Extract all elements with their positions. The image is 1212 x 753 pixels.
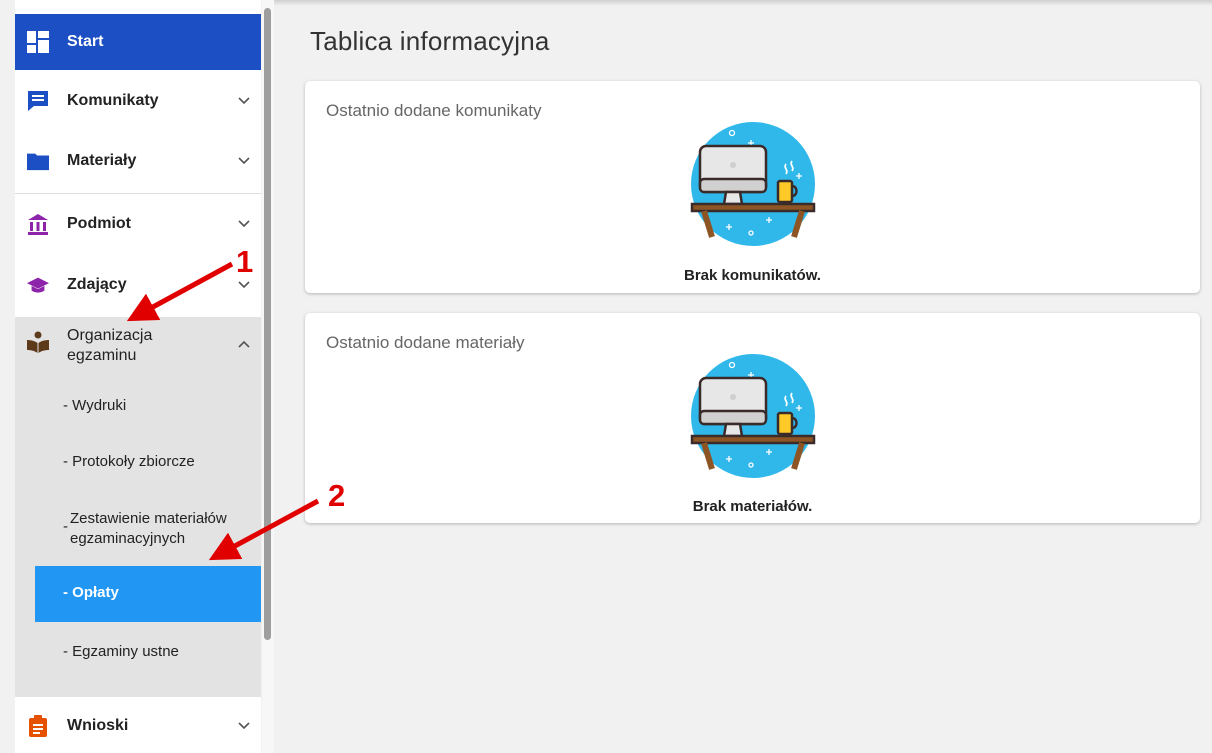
annotation-number-1: 1 [236, 244, 254, 279]
submenu-item-egzaminy-ustne[interactable]: - Egzaminy ustne [63, 643, 179, 660]
reading-person-icon [27, 331, 49, 353]
sidebar-item-podmiot[interactable]: Podmiot [15, 196, 261, 252]
dashboard-icon [27, 31, 49, 53]
top-shadow [274, 0, 1212, 6]
sidebar-item-komunikaty[interactable]: Komunikaty [15, 73, 261, 129]
submenu-item-oplaty[interactable]: - Opłaty [35, 566, 261, 622]
sidebar: Start Komunikaty Materiały Podmiot Zdają… [0, 0, 274, 753]
sidebar-item-wnioski[interactable]: Wnioski [15, 699, 261, 753]
empty-desk-illustration [690, 354, 816, 478]
submenu-item-wydruki[interactable]: - Wydruki [63, 397, 126, 414]
page-title: Tablica informacyjna [310, 26, 550, 56]
sidebar-item-label: Organizacja egzaminu [67, 327, 153, 364]
chevron-down-icon [237, 217, 251, 231]
card-heading: Ostatnio dodane komunikaty [326, 101, 542, 120]
chevron-down-icon [237, 719, 251, 733]
card-recent-materials: Ostatnio dodane materiały Brak materiałó… [305, 313, 1200, 523]
clipboard-icon [27, 715, 49, 737]
chevron-down-icon [237, 154, 251, 168]
card-heading: Ostatnio dodane materiały [326, 333, 525, 352]
sidebar-item-label: Start [67, 33, 104, 50]
sidebar-item-materialy[interactable]: Materiały [15, 133, 261, 189]
institution-icon [27, 213, 49, 235]
empty-desk-illustration [690, 122, 816, 246]
message-icon [27, 90, 49, 112]
chevron-down-icon [237, 94, 251, 108]
sidebar-item-label: Wnioski [67, 717, 129, 734]
sidebar-item-label: Zdający [67, 276, 127, 293]
folder-icon [27, 150, 49, 172]
annotation-number-2: 2 [328, 478, 346, 513]
sidebar-item-label: Podmiot [67, 215, 131, 232]
sidebar-item-zdajacy[interactable]: Zdający [15, 257, 261, 313]
divider [15, 193, 261, 194]
empty-state-text: Brak komunikatów. [684, 267, 821, 284]
submenu-item-protokoly-zbiorcze[interactable]: - Protokoły zbiorcze [63, 453, 195, 470]
card-recent-messages: Ostatnio dodane komunikaty Brak komunika… [305, 81, 1200, 293]
sidebar-nav: Start Komunikaty Materiały Podmiot Zdają… [15, 0, 261, 753]
chevron-down-icon [237, 278, 251, 292]
empty-state-text: Brak materiałów. [692, 498, 813, 515]
sidebar-scrollbar-thumb[interactable] [264, 8, 271, 640]
sidebar-item-start[interactable]: Start [15, 14, 261, 70]
sidebar-item-label: Materiały [67, 152, 137, 169]
sidebar-item-organizacja-egzaminu[interactable]: Organizacja egzaminu [15, 317, 261, 377]
submenu-item-label: - Opłaty [63, 584, 119, 601]
sidebar-item-label: Komunikaty [67, 92, 159, 109]
chevron-up-icon [237, 337, 251, 351]
graduation-cap-icon [27, 274, 49, 296]
